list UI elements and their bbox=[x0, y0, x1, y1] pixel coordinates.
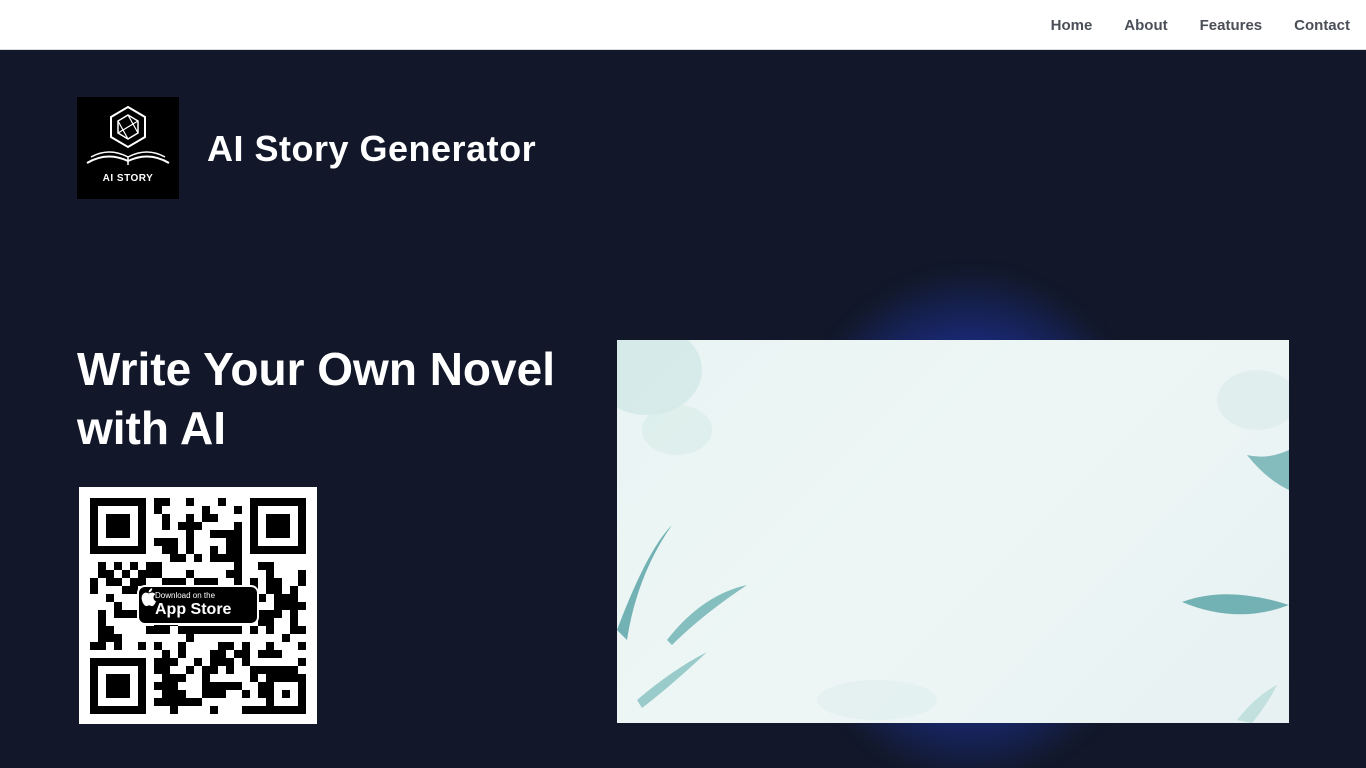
app-store-small-text: Download on the bbox=[155, 591, 216, 600]
brand-title: AI Story Generator bbox=[207, 128, 537, 169]
nav-about[interactable]: About bbox=[1124, 17, 1167, 34]
top-navigation-bar: Home About Features Contact bbox=[0, 0, 1366, 50]
main-nav: Home About Features Contact bbox=[1051, 0, 1350, 50]
nav-home[interactable]: Home bbox=[1051, 17, 1093, 34]
nav-features[interactable]: Features bbox=[1200, 17, 1263, 34]
book-hexagon-logo-icon bbox=[86, 105, 170, 165]
app-store-badge[interactable]: Download on the App Store bbox=[137, 585, 259, 625]
leaf-decoration bbox=[617, 340, 1289, 723]
hero-headline: Write Your Own Novel with AI bbox=[77, 343, 555, 454]
app-store-big-text: App Store bbox=[155, 601, 232, 618]
logo-text: AI STORY bbox=[102, 173, 154, 184]
brand-logo[interactable]: AI STORY bbox=[77, 97, 179, 199]
apple-icon bbox=[141, 588, 156, 607]
app-store-qr-code[interactable]: Download on the App Store bbox=[79, 487, 317, 724]
nav-contact[interactable]: Contact bbox=[1294, 17, 1350, 34]
hero-section: AI STORY AI Story Generator Write Your O… bbox=[0, 50, 1366, 768]
hero-watercolor-image bbox=[617, 340, 1289, 723]
